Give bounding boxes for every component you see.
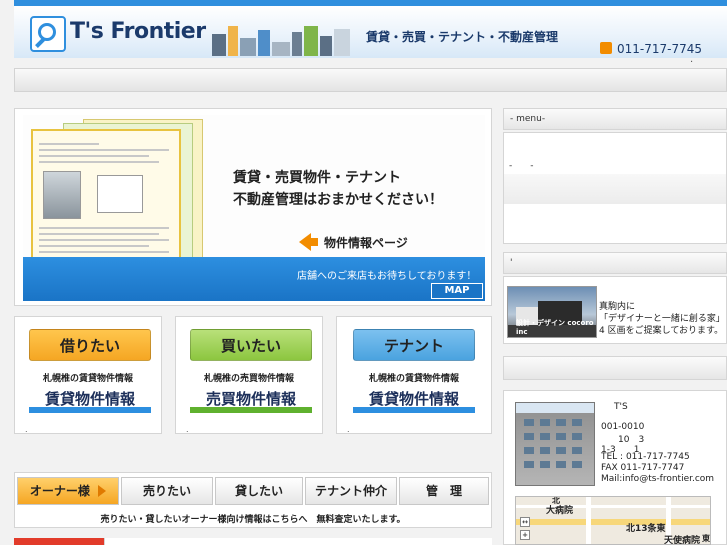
- tenant-button[interactable]: テナント: [353, 329, 475, 361]
- category-dot: .: [25, 425, 28, 434]
- header-dot: .: [690, 54, 694, 65]
- header-tagline: 賃貸・売買・テナント・不動産管理: [366, 30, 559, 44]
- company-fax: FAX 011-717-7747: [601, 463, 685, 473]
- menu-title-bar: - menu-: [503, 108, 727, 130]
- phone-icon: [600, 42, 612, 54]
- section-title-bar: ': [503, 252, 727, 274]
- map-label: 北: [552, 496, 560, 505]
- ad-line: 4 区画をご提案しております。: [599, 326, 724, 336]
- hero-banner: 賃貸・売買物件・テナント 不動産管理はおまかせください！ 物件情報ページ 店舗へ…: [14, 108, 492, 306]
- buy-button[interactable]: 買いたい: [190, 329, 312, 361]
- site-logo-text[interactable]: T's Frontier: [70, 19, 206, 44]
- top-navbar: [14, 68, 727, 92]
- map-label: 東: [702, 534, 710, 543]
- office-building-photo: [515, 402, 595, 486]
- category-sub: 札幌椎の売買物件情報: [203, 374, 294, 384]
- category-sub: 札幌椎の賃貸物件情報: [42, 374, 133, 384]
- owner-nav-item[interactable]: 管 理: [399, 477, 489, 505]
- menu-separator: [503, 174, 727, 204]
- hero-headline-1: 賃貸・売買物件・テナント: [233, 170, 401, 186]
- property-info-link-label: 物件情報ページ: [324, 236, 408, 250]
- map-zoom-in-icon[interactable]: +: [520, 530, 530, 540]
- property-info-link[interactable]: 物件情報ページ: [299, 233, 408, 251]
- company-postal: 001-0010: [601, 422, 645, 432]
- map-label: 北13条東: [626, 524, 666, 534]
- header-phone[interactable]: 011-717-7745: [600, 42, 702, 56]
- company-mail[interactable]: Mail:info@ts-frontier.com: [601, 474, 714, 484]
- ad-logo-text: 設計・デザイン cocoro inc: [516, 319, 594, 336]
- map-pan-control-icon[interactable]: ↔: [520, 517, 530, 527]
- owner-nav-item[interactable]: テナント仲介: [305, 477, 397, 505]
- category-buy: 買いたい 札幌椎の売買物件情報 売買物件情報 .: [175, 316, 323, 434]
- map-label: 天使病院: [664, 536, 701, 545]
- hero-notice: 店舗へのご来店もお待ちしております！: [297, 271, 477, 282]
- company-tel[interactable]: TEL : 011-717-7745: [601, 452, 690, 462]
- magnifier-logo-icon[interactable]: [30, 16, 66, 52]
- site-header: T's Frontier 賃貸・売買・テナント・不動産管理 011-717-77…: [14, 0, 727, 58]
- location-map[interactable]: 大病院 北13条東 天使病院 北 東 ↔ +: [515, 496, 711, 545]
- category-tenant: テナント 札幌椎の賃貸物件情報 賃貸物件情報 .: [336, 316, 492, 434]
- page: T's Frontier 賃貸・売買・テナント・不動産管理 011-717-77…: [0, 0, 727, 545]
- owner-nav-item[interactable]: 売りたい: [121, 477, 213, 505]
- arrow-right-icon: [98, 485, 107, 497]
- owner-nav-item[interactable]: オーナー様: [17, 477, 119, 505]
- category-sub: 札幌椎の賃貸物件情報: [368, 374, 459, 384]
- category-dot: .: [186, 425, 189, 434]
- menu-item[interactable]: - -: [509, 158, 534, 171]
- owner-note: 売りたい・貸したいオーナー様向け情報はこちらへ 無料査定いたします。: [100, 515, 406, 525]
- category-big-link[interactable]: 賃貸物件情報: [29, 385, 151, 413]
- company-title-bar: [503, 356, 727, 380]
- category-rent: 借りたい 札幌椎の賃貸物件情報 賃貸物件情報 .: [14, 316, 162, 434]
- map-button[interactable]: MAP: [431, 283, 483, 299]
- owner-nav-item[interactable]: 貸したい: [215, 477, 303, 505]
- rent-button[interactable]: 借りたい: [29, 329, 151, 361]
- house-ad-image[interactable]: 設計・デザイン cocoro inc: [507, 286, 597, 338]
- company-name: T'S: [614, 402, 628, 412]
- category-big-link[interactable]: 賃貸物件情報: [353, 385, 475, 413]
- category-dot: .: [347, 425, 350, 434]
- city-skyline-icon: [212, 24, 352, 56]
- red-section-bar: [14, 538, 104, 545]
- bottom-panel: [104, 538, 492, 545]
- owner-nav-label: オーナー様: [29, 484, 90, 498]
- category-big-link[interactable]: 売買物件情報: [190, 385, 312, 413]
- owner-nav: オーナー様 売りたい 貸したい テナント仲介 管 理 売りたい・貸したいオーナー…: [14, 472, 492, 528]
- hero-headline-2: 不動産管理はおまかせください！: [233, 192, 443, 208]
